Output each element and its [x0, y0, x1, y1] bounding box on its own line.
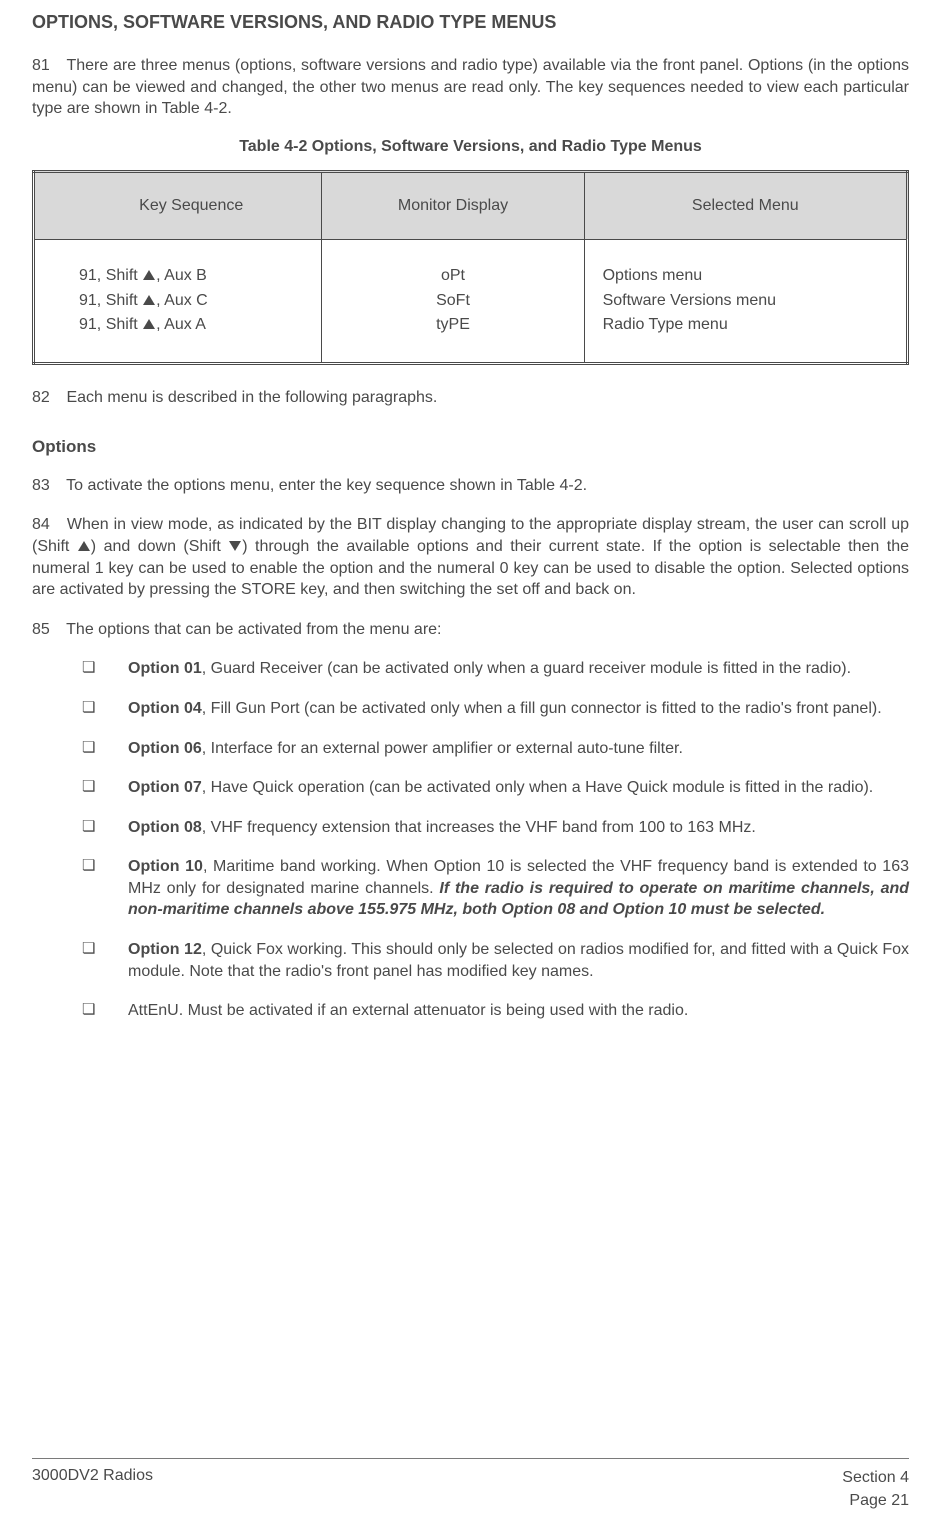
option-text: , Guard Receiver (can be activated only … [202, 660, 851, 677]
table-header-row: Key Sequence Monitor Display Selected Me… [34, 171, 908, 239]
para-text: There are three menus (options, software… [32, 57, 909, 117]
table-row: 91, Shift , Aux B 91, Shift , Aux C 91, … [34, 239, 908, 363]
para-number: 85 [32, 619, 62, 641]
cell-selected-menu: Options menu Software Versions menu Radi… [584, 239, 907, 363]
option-label: Option 12 [128, 941, 202, 958]
cell-key-sequence: 91, Shift , Aux B 91, Shift , Aux C 91, … [34, 239, 322, 363]
md-text: oPt [340, 264, 565, 289]
list-item: Option 10, Maritime band working. When O… [82, 856, 909, 921]
triangle-up-icon [143, 295, 155, 305]
ks-text: 91, Shift [79, 292, 142, 309]
para-text: To activate the options menu, enter the … [66, 477, 587, 494]
option-text: , VHF frequency extension that increases… [202, 819, 756, 836]
sm-text: Options menu [603, 264, 888, 289]
page-footer: 3000DV2 Radios Section 4 Page 21 [32, 1458, 909, 1512]
paragraph-82: 82 Each menu is described in the followi… [32, 387, 909, 409]
option-text: , Quick Fox working. This should only be… [128, 941, 909, 980]
md-text: tyPE [340, 313, 565, 338]
option-text: , Fill Gun Port (can be activated only w… [202, 700, 882, 717]
cell-monitor-display: oPt SoFt tyPE [322, 239, 584, 363]
para-text: Each menu is described in the following … [66, 389, 437, 406]
ks-text: , Aux B [156, 267, 207, 284]
paragraph-85: 85 The options that can be activated fro… [32, 619, 909, 641]
para-text: ) and down (Shift [91, 538, 228, 555]
menus-table: Key Sequence Monitor Display Selected Me… [32, 170, 909, 365]
th-selected-menu: Selected Menu [584, 171, 907, 239]
footer-left: 3000DV2 Radios [32, 1467, 153, 1485]
option-label: Option 10 [128, 858, 203, 875]
option-text: AttEnU. Must be activated if an external… [128, 1002, 688, 1019]
triangle-up-icon [143, 319, 155, 329]
list-item: Option 12, Quick Fox working. This shoul… [82, 939, 909, 982]
para-number: 83 [32, 475, 62, 497]
sm-text: Radio Type menu [603, 313, 888, 338]
th-monitor-display: Monitor Display [322, 171, 584, 239]
ks-text: 91, Shift [79, 267, 142, 284]
triangle-down-icon [229, 541, 241, 551]
para-number: 81 [32, 55, 62, 77]
option-label: Option 08 [128, 819, 202, 836]
para-number: 82 [32, 387, 62, 409]
option-label: Option 04 [128, 700, 202, 717]
option-text: , Interface for an external power amplif… [202, 740, 683, 757]
paragraph-81: 81 There are three menus (options, softw… [32, 55, 909, 120]
paragraph-84: 84 When in view mode, as indicated by th… [32, 514, 909, 600]
table-caption: Table 4-2 Options, Software Versions, an… [32, 138, 909, 156]
list-item: Option 01, Guard Receiver (can be activa… [82, 658, 909, 680]
footer-section: Section 4 [842, 1467, 909, 1489]
sm-text: Software Versions menu [603, 289, 888, 314]
triangle-up-icon [143, 270, 155, 280]
list-item: Option 06, Interface for an external pow… [82, 738, 909, 760]
options-list: Option 01, Guard Receiver (can be activa… [82, 658, 909, 1022]
ks-text: 91, Shift [79, 316, 142, 333]
ks-text: , Aux A [156, 316, 206, 333]
list-item: Option 07, Have Quick operation (can be … [82, 777, 909, 799]
footer-page: Page 21 [842, 1490, 909, 1512]
list-item: AttEnU. Must be activated if an external… [82, 1000, 909, 1022]
list-item: Option 04, Fill Gun Port (can be activat… [82, 698, 909, 720]
footer-right: Section 4 Page 21 [842, 1467, 909, 1512]
option-label: Option 01 [128, 660, 202, 677]
th-key-sequence: Key Sequence [34, 171, 322, 239]
para-text: The options that can be activated from t… [66, 621, 441, 638]
list-item: Option 08, VHF frequency extension that … [82, 817, 909, 839]
md-text: SoFt [340, 289, 565, 314]
section-heading: OPTIONS, SOFTWARE VERSIONS, AND RADIO TY… [32, 12, 909, 33]
triangle-up-icon [78, 541, 90, 551]
option-label: Option 06 [128, 740, 202, 757]
option-text: , Have Quick operation (can be activated… [202, 779, 873, 796]
option-label: Option 07 [128, 779, 202, 796]
ks-text: , Aux C [156, 292, 208, 309]
paragraph-83: 83 To activate the options menu, enter t… [32, 475, 909, 497]
subsection-options: Options [32, 437, 909, 457]
para-number: 84 [32, 514, 62, 536]
